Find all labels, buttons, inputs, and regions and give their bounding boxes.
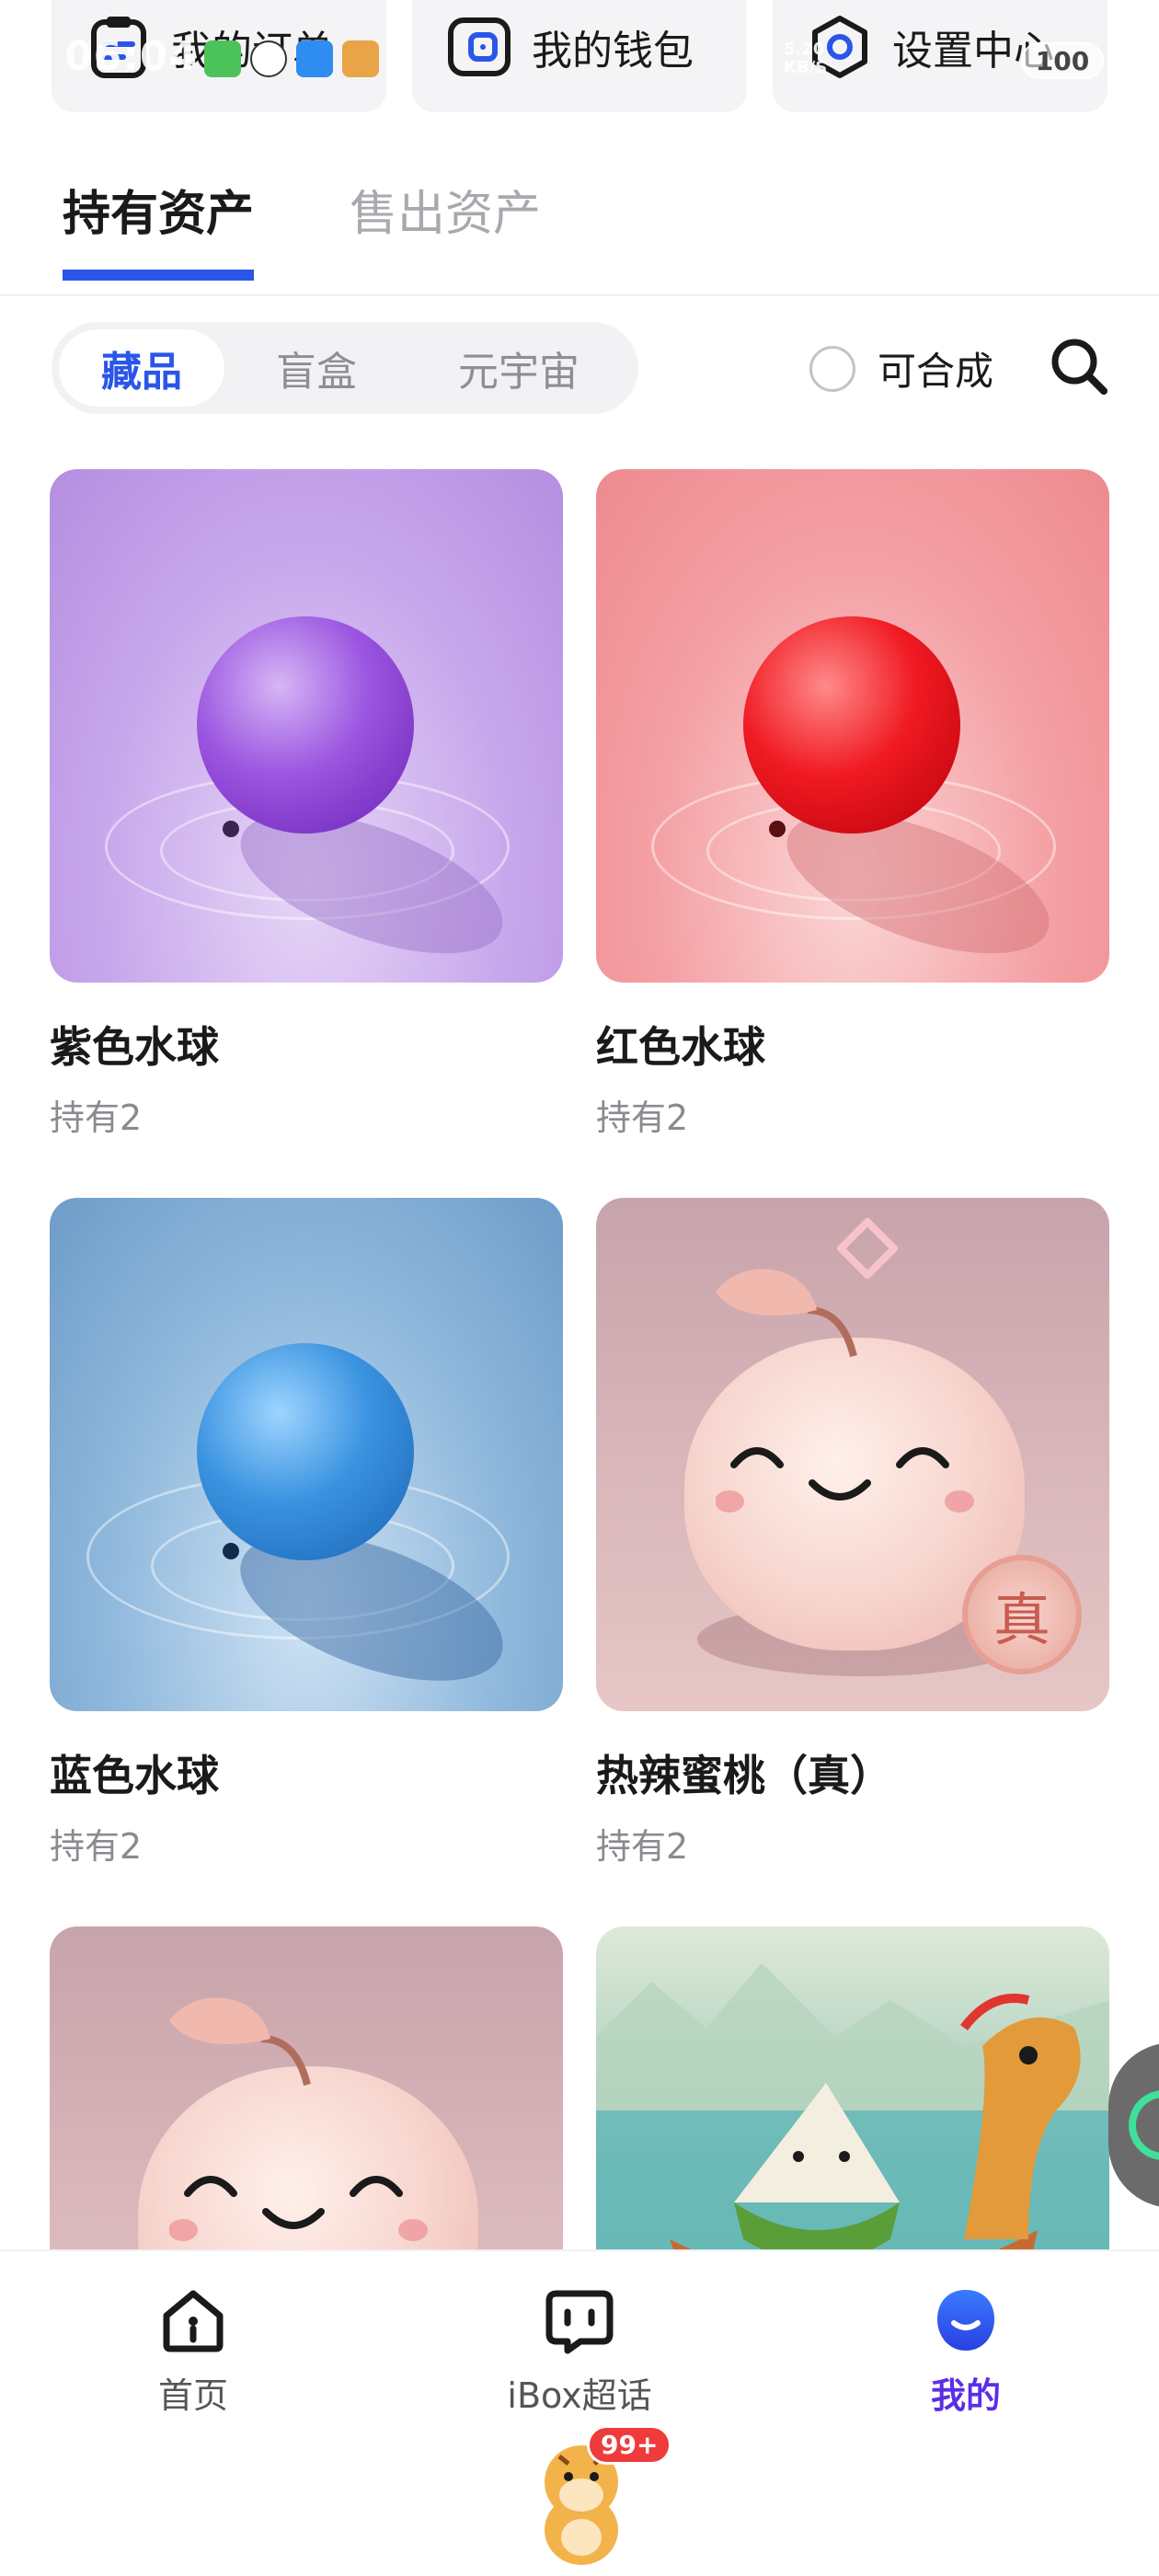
peach-face (169, 2176, 428, 2241)
nav-mine[interactable]: 我的 (855, 2286, 1076, 2418)
my-orders-label: 我的订单 (171, 28, 333, 75)
settings-center-label: 设置中心 (892, 28, 1054, 75)
my-wallet-button[interactable]: 我的钱包 (412, 0, 747, 112)
collection-name: 紫色水球 (50, 1022, 219, 1072)
search-icon (1051, 339, 1107, 395)
notification-count-badge: 99+ (587, 2425, 672, 2465)
floating-assistant-icon (1129, 2090, 1159, 2160)
collection-hold-count: 持有2 (596, 1098, 689, 1138)
asset-tabs: 持有资产 售出资产 (63, 175, 541, 281)
zhen-badge: 真 (962, 1555, 1082, 1674)
segment-blind-box[interactable]: 盲盒 (224, 329, 408, 407)
category-segmented-control: 藏品 盲盒 元宇宙 (52, 322, 638, 414)
collection-card-red-balloon[interactable]: 红色水球 持有2 (596, 469, 1109, 1140)
quick-actions: 我的订单 我的钱包 设置中心 (0, 0, 1159, 115)
nav-ibox-topics-label: iBox超话 (507, 2375, 652, 2416)
synthesizable-radio[interactable] (809, 345, 855, 392)
nav-mine-label: 我的 (930, 2375, 1001, 2416)
collection-card-blue-balloon[interactable]: 蓝色水球 持有2 (50, 1198, 563, 1869)
nav-home-label: 首页 (157, 2375, 228, 2416)
nav-home[interactable]: 首页 (83, 2286, 304, 2418)
settings-center-button[interactable]: 设置中心 (773, 0, 1107, 112)
peach-leaf (716, 1269, 857, 1358)
tab-held-assets[interactable]: 持有资产 (63, 175, 255, 281)
nav-ibox-topics[interactable]: iBox超话 (469, 2286, 690, 2418)
segment-collectibles[interactable]: 藏品 (59, 329, 224, 407)
collection-card-purple-balloon[interactable]: 紫色水球 持有2 (50, 469, 563, 1140)
collection-hold-count: 持有2 (50, 1098, 143, 1138)
peach-leaf (169, 1997, 311, 2087)
home-icon (163, 2290, 224, 2352)
collection-card-dragon-boat[interactable] (596, 1926, 1109, 2263)
blue-water-balloon-image (50, 1198, 563, 1711)
my-orders-button[interactable]: 我的订单 (52, 0, 386, 112)
floating-side-handle[interactable] (1108, 2042, 1159, 2208)
my-wallet-label: 我的钱包 (532, 28, 694, 75)
dragon-boat-zongzi-image (596, 1926, 1109, 2263)
collection-card-hot-peach[interactable]: 真 热辣蜜桃（真） 持有2 (596, 1198, 1109, 1869)
search-button[interactable] (1049, 336, 1109, 397)
collection-hold-count: 持有2 (50, 1826, 143, 1867)
tab-sold-assets-label: 售出资产 (350, 187, 542, 242)
peach-face (716, 1447, 974, 1512)
order-list-icon (86, 15, 151, 79)
collection-name: 热辣蜜桃（真） (596, 1751, 892, 1800)
red-water-balloon-image (596, 469, 1109, 983)
chat-icon (545, 2290, 614, 2354)
collection-grid: 紫色水球 持有2 红色水球 持有2 蓝色水球 持有2 真 热辣蜜桃（真） 持有2 (50, 469, 1111, 2263)
tab-held-assets-label: 持有资产 (63, 187, 255, 242)
settings-hex-icon (808, 15, 872, 79)
collection-card-peach[interactable] (50, 1926, 563, 2263)
active-tab-underline (63, 270, 255, 281)
collection-name: 蓝色水球 (50, 1751, 219, 1800)
profile-icon (937, 2290, 994, 2351)
segment-metaverse[interactable]: 元宇宙 (408, 329, 629, 407)
collection-name: 红色水球 (596, 1022, 765, 1072)
peach-image (50, 1926, 563, 2263)
purple-water-balloon-image (50, 469, 563, 983)
tab-sold-assets[interactable]: 售出资产 (350, 175, 541, 281)
synthesizable-label: 可合成 (878, 349, 994, 394)
synthesizable-filter[interactable]: 可合成 (809, 340, 993, 397)
tabs-divider (0, 294, 1159, 296)
dragon-boat-illustration (596, 1963, 1109, 2263)
wallet-icon (447, 15, 511, 79)
peach-with-zhen-badge-image: 真 (596, 1198, 1109, 1711)
collection-hold-count: 持有2 (596, 1826, 689, 1867)
